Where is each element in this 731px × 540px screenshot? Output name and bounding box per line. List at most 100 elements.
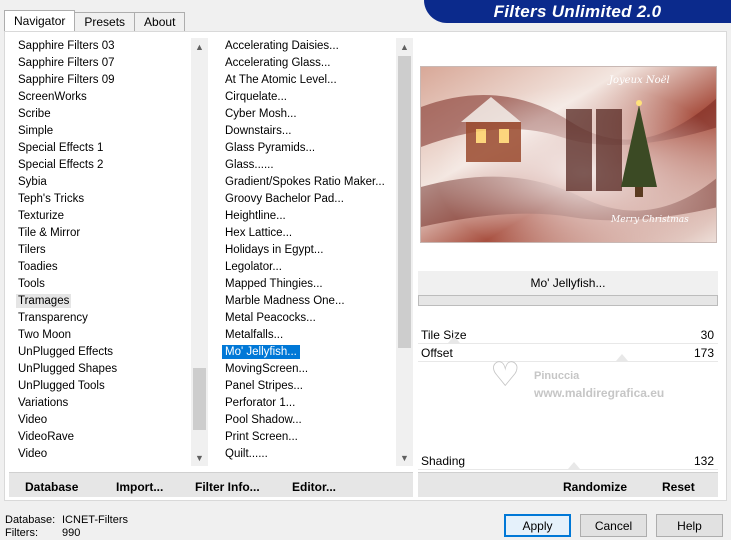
filter-item-label: Accelerating Daisies... bbox=[225, 40, 339, 52]
parameter-area: Tile Size 30 Offset 173 ♡ Pinuccia www.m… bbox=[418, 326, 718, 472]
category-item[interactable]: Tramages bbox=[5, 293, 191, 310]
filter-item-label: Accelerating Glass... bbox=[225, 57, 331, 69]
param-value: 132 bbox=[693, 453, 714, 468]
category-item-label: UnPlugged Tools bbox=[18, 380, 105, 392]
filter-item[interactable]: Heightline... bbox=[212, 208, 396, 225]
filter-item[interactable]: Groovy Bachelor Pad... bbox=[212, 191, 396, 208]
category-item[interactable]: UnPlugged Effects bbox=[5, 344, 191, 361]
category-item[interactable]: Scribe bbox=[5, 106, 191, 123]
scroll-down-icon[interactable]: ▼ bbox=[191, 449, 208, 466]
brand-banner: Filters Unlimited 2.0 bbox=[424, 0, 731, 23]
import-button[interactable]: Import... bbox=[116, 480, 163, 494]
filter-item[interactable]: At The Atomic Level... bbox=[212, 72, 396, 89]
randomize-button[interactable]: Randomize bbox=[563, 480, 627, 494]
category-item[interactable]: Video bbox=[5, 446, 191, 463]
category-item-label: Video bbox=[18, 448, 48, 460]
category-item[interactable]: Texturize bbox=[5, 208, 191, 225]
filter-item-label: Cirquelate... bbox=[225, 91, 288, 103]
cancel-button[interactable]: Cancel bbox=[580, 514, 647, 537]
category-item[interactable]: ScreenWorks bbox=[5, 89, 191, 106]
filter-item[interactable]: Quilt...... bbox=[212, 446, 396, 463]
preview-button-bar: Randomize Reset bbox=[418, 472, 718, 497]
category-item[interactable]: Variations bbox=[5, 395, 191, 412]
category-item[interactable]: Sapphire Filters 07 bbox=[5, 55, 191, 72]
filter-scroll-thumb[interactable] bbox=[398, 56, 411, 348]
category-item[interactable]: Teph's Tricks bbox=[5, 191, 191, 208]
category-item[interactable]: Tilers bbox=[5, 242, 191, 259]
filter-item-label: Mo' Jellyfish... bbox=[222, 345, 300, 359]
category-item-label: Video bbox=[18, 414, 48, 426]
filter-item[interactable]: Gradient/Spokes Ratio Maker... bbox=[212, 174, 396, 191]
param-label: Shading bbox=[421, 453, 466, 468]
filter-item[interactable]: MovingScreen... bbox=[212, 361, 396, 378]
status-database-value: ICNET-Filters bbox=[62, 514, 128, 526]
filter-item[interactable]: Panel Stripes... bbox=[212, 378, 396, 395]
category-item[interactable]: Special Effects 2 bbox=[5, 157, 191, 174]
category-item[interactable]: Video bbox=[5, 412, 191, 429]
filter-info-button[interactable]: Filter Info... bbox=[195, 480, 260, 494]
filter-item[interactable]: Hex Lattice... bbox=[212, 225, 396, 242]
database-button[interactable]: Database bbox=[25, 480, 78, 494]
filter-item[interactable]: Glass...... bbox=[212, 157, 396, 174]
filter-item[interactable]: Mo' Jellyfish... bbox=[212, 344, 396, 361]
category-item[interactable]: Special Effects 1 bbox=[5, 140, 191, 157]
category-item[interactable]: UnPlugged Tools bbox=[5, 378, 191, 395]
category-scroll-thumb[interactable] bbox=[193, 368, 206, 430]
category-item[interactable]: Transparency bbox=[5, 310, 191, 327]
category-item[interactable]: Sapphire Filters 09 bbox=[5, 72, 191, 89]
category-item[interactable]: Sybia bbox=[5, 174, 191, 191]
category-item[interactable]: Simple bbox=[5, 123, 191, 140]
category-item[interactable]: Tile & Mirror bbox=[5, 225, 191, 242]
filter-list[interactable]: Accelerating Daisies... Accelerating Glas… bbox=[212, 38, 396, 466]
category-scrollbar[interactable]: ▲ ▼ bbox=[191, 38, 208, 466]
category-item[interactable]: UnPlugged Shapes bbox=[5, 361, 191, 378]
filter-item[interactable]: Metal Peacocks... bbox=[212, 310, 396, 327]
category-item[interactable]: Toadies bbox=[5, 259, 191, 276]
filter-item[interactable]: Cirquelate... bbox=[212, 89, 396, 106]
category-list[interactable]: Sapphire Filters 03 Sapphire Filters 07 Sa… bbox=[5, 38, 191, 466]
category-item-label: Sybia bbox=[18, 176, 47, 188]
filter-item[interactable]: Downstairs... bbox=[212, 123, 396, 140]
offset-slider-thumb[interactable] bbox=[616, 354, 628, 361]
category-item[interactable]: Sapphire Filters 03 bbox=[5, 38, 191, 55]
watermark-heart-icon: ♡ bbox=[490, 356, 521, 394]
filter-item-label: Pool Shadow... bbox=[225, 414, 302, 426]
filter-item[interactable]: Marble Madness One... bbox=[212, 293, 396, 310]
tile-size-slider-thumb[interactable] bbox=[448, 336, 460, 343]
category-item-label: Two Moon bbox=[18, 329, 72, 341]
filter-item[interactable]: Holidays in Egypt... bbox=[212, 242, 396, 259]
param-tile-size[interactable]: Tile Size 30 bbox=[418, 326, 718, 344]
category-item[interactable]: Tools bbox=[5, 276, 191, 293]
tab-navigator[interactable]: Navigator bbox=[4, 10, 76, 31]
watermark: ♡ Pinuccia www.maldiregrafica.eu bbox=[490, 356, 700, 406]
scroll-down-icon[interactable]: ▼ bbox=[396, 449, 413, 466]
filter-item[interactable]: Cyber Mosh... bbox=[212, 106, 396, 123]
filter-scrollbar[interactable]: ▲ ▼ bbox=[396, 38, 413, 466]
category-item-label: Tile & Mirror bbox=[18, 227, 81, 239]
reset-button[interactable]: Reset bbox=[662, 480, 695, 494]
filter-item[interactable]: Glass Pyramids... bbox=[212, 140, 396, 157]
filter-item[interactable]: Accelerating Glass... bbox=[212, 55, 396, 72]
filter-item[interactable]: Mapped Thingies... bbox=[212, 276, 396, 293]
filter-item-label: Heightline... bbox=[225, 210, 286, 222]
apply-button[interactable]: Apply bbox=[504, 514, 571, 537]
category-item[interactable]: VideoRave bbox=[5, 429, 191, 446]
tab-about[interactable]: About bbox=[134, 12, 186, 31]
filter-item[interactable]: Pool Shadow... bbox=[212, 412, 396, 429]
watermark-name: Pinuccia bbox=[534, 370, 580, 382]
category-item[interactable]: Two Moon bbox=[5, 327, 191, 344]
shading-slider-thumb[interactable] bbox=[568, 462, 580, 469]
filter-item[interactable]: Perforator 1... bbox=[212, 395, 396, 412]
editor-button[interactable]: Editor... bbox=[292, 480, 336, 494]
preview-caption-bottom: Merry Christmas bbox=[611, 215, 689, 225]
filter-item[interactable]: Legolator... bbox=[212, 259, 396, 276]
category-item-label: Sapphire Filters 07 bbox=[18, 57, 115, 69]
filter-item[interactable]: Accelerating Daisies... bbox=[212, 38, 396, 55]
scroll-up-icon[interactable]: ▲ bbox=[191, 38, 208, 55]
tab-presets[interactable]: Presets bbox=[74, 12, 136, 31]
filter-item[interactable]: Metalfalls... bbox=[212, 327, 396, 344]
filter-item[interactable]: Print Screen... bbox=[212, 429, 396, 446]
help-button[interactable]: Help bbox=[656, 514, 723, 537]
scroll-up-icon[interactable]: ▲ bbox=[396, 38, 413, 55]
category-item-label: VideoRave bbox=[18, 431, 75, 443]
